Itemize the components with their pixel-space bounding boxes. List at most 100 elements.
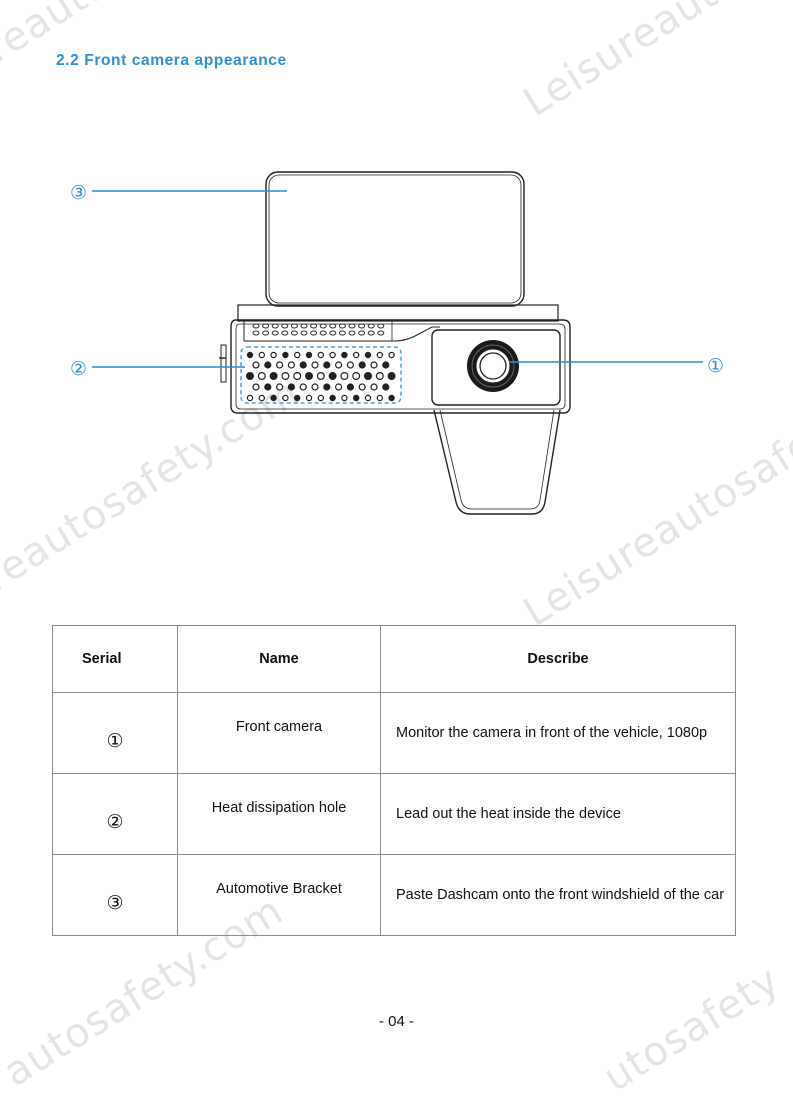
serial-cell: ③ bbox=[52, 854, 178, 936]
vent-hole bbox=[353, 394, 360, 402]
vent-hole bbox=[358, 361, 366, 369]
vent-hole bbox=[252, 323, 260, 329]
vent-hole bbox=[317, 394, 324, 402]
vent-hole bbox=[262, 330, 270, 336]
vent-hole bbox=[299, 383, 307, 391]
vent-hole bbox=[340, 372, 349, 381]
callout-label-1: ① bbox=[707, 355, 725, 377]
vent-hole bbox=[364, 372, 373, 381]
vent-hole bbox=[264, 361, 272, 369]
vent-hole bbox=[328, 372, 337, 381]
vent-hole bbox=[353, 351, 360, 359]
header-describe: Describe bbox=[380, 625, 736, 693]
vent-hole bbox=[382, 383, 390, 391]
name-cell: Front camera bbox=[177, 692, 381, 774]
vent-hole bbox=[376, 351, 383, 359]
vent-hole bbox=[290, 323, 298, 329]
vent-hole bbox=[338, 330, 346, 336]
serial-value: ③ bbox=[106, 892, 124, 914]
vent-hole bbox=[290, 330, 298, 336]
vent-hole bbox=[317, 351, 324, 359]
vent-hole bbox=[364, 351, 372, 359]
vent-hole bbox=[294, 394, 301, 402]
vent-hole bbox=[271, 330, 279, 336]
vent-hole bbox=[338, 323, 346, 329]
parts-table: Serial Name Describe ① Front camera Moni… bbox=[52, 625, 736, 936]
vent-hole bbox=[270, 394, 277, 402]
vent-hole bbox=[370, 383, 378, 391]
vent-hole bbox=[305, 372, 314, 381]
table-row: ③ Automotive Bracket Paste Dashcam onto … bbox=[52, 854, 736, 936]
vent-hole bbox=[246, 351, 254, 359]
vent-hole bbox=[300, 330, 308, 336]
header-name: Name bbox=[177, 625, 381, 693]
vent-hole bbox=[346, 383, 354, 391]
vent-hole bbox=[270, 351, 277, 359]
vent-hole bbox=[300, 323, 308, 329]
vent-hole bbox=[382, 361, 390, 369]
automotive-bracket-shape bbox=[265, 171, 525, 307]
vent-hole bbox=[282, 394, 289, 402]
vent-hole bbox=[370, 361, 378, 369]
vent-hole bbox=[367, 330, 375, 336]
serial-value: ① bbox=[106, 730, 124, 752]
vent-hole bbox=[329, 351, 336, 359]
vent-hole bbox=[252, 361, 260, 369]
vent-hole bbox=[375, 372, 384, 381]
vent-hole bbox=[311, 361, 319, 369]
name-cell: Automotive Bracket bbox=[177, 854, 381, 936]
watermark: Leisureautosafe bbox=[515, 0, 793, 126]
vent-hole bbox=[294, 351, 301, 359]
vent-hole bbox=[281, 372, 290, 381]
vent-hole bbox=[281, 330, 289, 336]
vent-hole bbox=[305, 351, 313, 359]
table-row: ② Heat dissipation hole Lead out the hea… bbox=[52, 773, 736, 855]
table-header-row: Serial Name Describe bbox=[52, 625, 736, 693]
vent-hole bbox=[376, 394, 383, 402]
name-cell: Heat dissipation hole bbox=[177, 773, 381, 855]
vent-hole bbox=[262, 323, 270, 329]
vent-hole bbox=[258, 394, 265, 402]
name-value: Heat dissipation hole bbox=[211, 800, 347, 816]
vent-hole bbox=[258, 351, 265, 359]
callout-label-3: ③ bbox=[70, 182, 88, 204]
vent-hole bbox=[252, 383, 260, 391]
vent-hole bbox=[276, 361, 284, 369]
table-row: ① Front camera Monitor the camera in fro… bbox=[52, 692, 736, 774]
name-value: Front camera bbox=[235, 719, 323, 735]
vent-hole bbox=[358, 383, 366, 391]
watermark: ureautosafe bbox=[0, 0, 193, 86]
vent-hole bbox=[323, 361, 331, 369]
vent-hole bbox=[252, 330, 260, 336]
vent-hole bbox=[282, 351, 289, 359]
vent-hole bbox=[257, 372, 266, 381]
vent-hole bbox=[377, 330, 385, 336]
vent-hole bbox=[293, 372, 302, 381]
vent-hole bbox=[319, 323, 327, 329]
vent-hole bbox=[281, 323, 289, 329]
section-heading: 2.2 Front camera appearance bbox=[56, 52, 287, 69]
vent-hole bbox=[329, 323, 337, 329]
serial-cell: ① bbox=[52, 692, 178, 774]
vent-hole bbox=[246, 394, 254, 402]
vent-hole bbox=[348, 323, 356, 329]
vent-hole bbox=[358, 323, 366, 329]
vent-hole bbox=[319, 330, 327, 336]
vent-hole bbox=[364, 394, 372, 402]
page-number: - 04 - bbox=[378, 1013, 414, 1030]
vent-hole bbox=[276, 383, 284, 391]
serial-value: ② bbox=[106, 811, 124, 833]
vent-hole bbox=[264, 383, 272, 391]
name-value: Automotive Bracket bbox=[216, 881, 342, 897]
vent-hole bbox=[388, 351, 395, 359]
vent-hole bbox=[310, 323, 318, 329]
describe-cell: Monitor the camera in front of the vehic… bbox=[380, 692, 736, 774]
vent-hole bbox=[316, 372, 325, 381]
dashcam-illustration bbox=[92, 171, 703, 515]
vent-hole bbox=[348, 330, 356, 336]
front-camera-diagram bbox=[0, 150, 793, 530]
vent-hole bbox=[335, 383, 343, 391]
vent-hole bbox=[305, 394, 313, 402]
vent-hole bbox=[329, 394, 336, 402]
vent-hole bbox=[358, 330, 366, 336]
